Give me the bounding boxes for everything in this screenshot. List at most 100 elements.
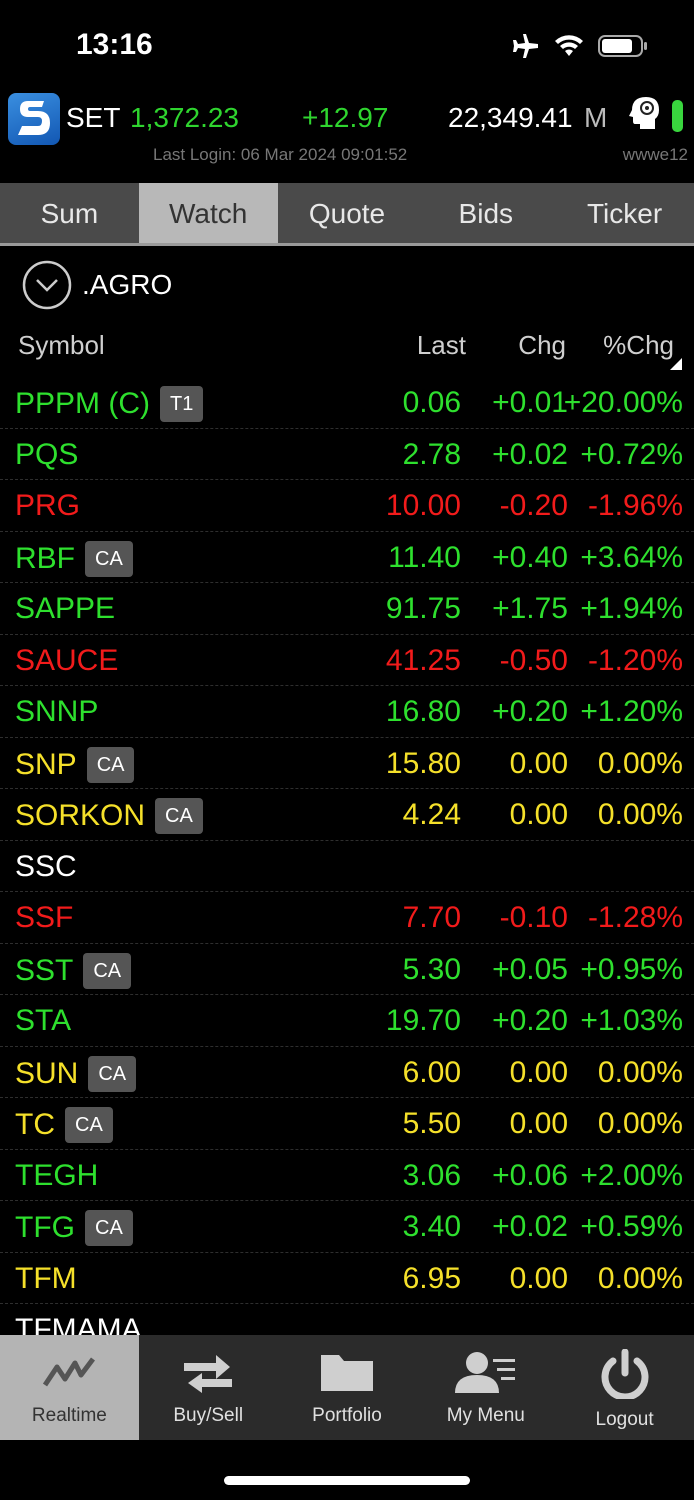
symbol-text: PRG [15, 489, 81, 522]
battery-icon [598, 35, 647, 57]
row-pct-chg: +20.00% [563, 386, 683, 419]
row-symbol[interactable]: STA [15, 1004, 71, 1038]
table-row[interactable]: PRG 10.00 -0.20 -1.96% [0, 480, 694, 532]
table-row[interactable]: TFMAMA [0, 1304, 694, 1335]
table-row[interactable]: PQS 2.78 +0.02 +0.72% [0, 429, 694, 480]
row-last: 91.75 [385, 592, 461, 625]
row-symbol[interactable]: PRG [15, 489, 80, 523]
row-symbol[interactable]: SAUCE [15, 644, 118, 678]
table-row[interactable]: TC CA 5.50 0.00 0.00% [0, 1098, 694, 1150]
row-last: 3.40 [402, 1210, 461, 1243]
table-row[interactable]: SST CA 5.30 +0.05 +0.95% [0, 944, 694, 995]
tabbar-label: Portfolio [312, 1405, 382, 1426]
table-row[interactable]: SAPPE 91.75 +1.75 +1.94% [0, 583, 694, 635]
row-last: 6.95 [402, 1261, 461, 1295]
tab-sum[interactable]: Sum [0, 183, 139, 243]
row-last: 41.25 [385, 643, 461, 677]
symbol-text: STA [15, 1004, 72, 1037]
row-pct-chg: 0.00% [597, 1261, 683, 1295]
chevron-down-circle-icon[interactable] [22, 260, 72, 310]
tabbar-label: Logout [595, 1409, 654, 1430]
market-header: SET 1,372.23 +12.97 22,349.41 M Last Log… [0, 90, 694, 182]
row-symbol[interactable]: TFG CA [15, 1210, 133, 1246]
row-symbol[interactable]: SNNP [15, 695, 98, 729]
status-bar: 13:16 [0, 0, 694, 90]
tab-ticker[interactable]: Ticker [555, 183, 694, 243]
table-row[interactable]: SUN CA 6.00 0.00 0.00% [0, 1047, 694, 1098]
tabbar-my-menu[interactable]: My Menu [416, 1335, 555, 1440]
app-logo [8, 93, 60, 145]
table-row[interactable]: SSF 7.70 -0.10 -1.28% [0, 892, 694, 944]
row-chg: 0.00 [509, 1107, 568, 1140]
table-row[interactable]: TFM 6.95 0.00 0.00% [0, 1253, 694, 1304]
symbol-text: SAUCE [15, 643, 119, 677]
row-last: 0.06 [402, 386, 461, 419]
row-chg: +0.20 [492, 1004, 568, 1037]
home-indicator[interactable] [224, 1476, 470, 1485]
last-login: Last Login: 06 Mar 2024 09:01:52 [153, 145, 408, 164]
table-row[interactable]: STA 19.70 +0.20 +1.03% [0, 995, 694, 1047]
row-chg: 0.00 [509, 1055, 568, 1089]
tabbar-logout[interactable]: Logout [555, 1335, 694, 1440]
table-row[interactable]: TFG CA 3.40 +0.02 +0.59% [0, 1201, 694, 1253]
row-symbol[interactable]: SORKON CA [15, 798, 203, 834]
row-last: 16.80 [385, 695, 461, 728]
folder-icon [320, 1355, 373, 1391]
row-pct-chg: -1.20% [587, 643, 683, 677]
tabbar-realtime[interactable]: Realtime [0, 1335, 139, 1440]
tab-bids[interactable]: Bids [416, 183, 555, 243]
sort-indicator-icon [670, 358, 682, 370]
row-pct-chg: 0.00% [597, 1055, 683, 1089]
row-symbol[interactable]: RBF CA [15, 540, 133, 577]
symbol-badge: CA [83, 952, 132, 989]
tab-watch[interactable]: Watch [138, 183, 278, 243]
col-last[interactable]: Last [417, 330, 466, 361]
swap-arrows-icon [184, 1355, 233, 1393]
row-symbol[interactable]: TC CA [15, 1107, 113, 1143]
row-symbol[interactable]: SNP CA [15, 746, 135, 783]
table-row[interactable]: RBF CA 11.40 +0.40 +3.64% [0, 532, 694, 583]
row-symbol[interactable]: SAPPE [15, 592, 115, 626]
symbol-text: SSF [15, 901, 74, 934]
tabbar-portfolio[interactable]: Portfolio [278, 1335, 417, 1440]
row-pct-chg: 0.00% [597, 746, 683, 780]
symbol-text: PQS [15, 437, 79, 471]
tabbar-buy-sell[interactable]: Buy/Sell [139, 1335, 278, 1440]
chart-line-icon [43, 1357, 96, 1387]
table-row[interactable]: SNNP 16.80 +0.20 +1.20% [0, 686, 694, 738]
col-chg[interactable]: Chg [518, 330, 566, 361]
symbol-text: SNP [15, 747, 77, 781]
col-symbol[interactable]: Symbol [18, 330, 105, 361]
table-row[interactable]: SAUCE 41.25 -0.50 -1.20% [0, 635, 694, 686]
row-symbol[interactable]: SUN CA [15, 1055, 137, 1092]
row-symbol[interactable]: SSC [15, 850, 77, 884]
table-row[interactable]: TEGH 3.06 +0.06 +2.00% [0, 1150, 694, 1201]
table-row[interactable]: SORKON CA 4.24 0.00 0.00% [0, 789, 694, 841]
row-last: 19.70 [385, 1004, 461, 1037]
row-symbol[interactable]: PQS [15, 438, 78, 472]
row-symbol[interactable]: SSF [15, 901, 73, 935]
table-row[interactable]: SNP CA 15.80 0.00 0.00% [0, 738, 694, 789]
brain-head-icon[interactable] [626, 94, 666, 137]
row-symbol[interactable]: PPPM (C) T1 [15, 386, 204, 422]
tab-quote[interactable]: Quote [278, 183, 417, 243]
row-symbol[interactable]: TFM [15, 1262, 77, 1296]
tabbar-label: My Menu [446, 1405, 525, 1426]
row-chg: -0.50 [499, 643, 568, 677]
row-symbol[interactable]: TEGH [15, 1159, 98, 1193]
row-symbol[interactable]: SST CA [15, 952, 132, 989]
row-chg: +0.05 [492, 952, 568, 986]
row-symbol[interactable]: TFMAMA [15, 1313, 142, 1335]
watchlist-group-selector[interactable]: .AGRO [22, 260, 172, 310]
tabbar-label: Realtime [31, 1405, 107, 1426]
col-pct-chg[interactable]: %Chg [603, 330, 674, 361]
symbol-text: SAPPE [15, 592, 116, 625]
volume-unit: M [584, 102, 608, 133]
row-last: 15.80 [385, 746, 461, 780]
row-chg: +1.75 [492, 592, 568, 625]
table-row[interactable]: PPPM (C) T1 0.06 +0.01 +20.00% [0, 377, 694, 429]
symbol-text: TFG [15, 1211, 75, 1244]
row-pct-chg: +0.95% [580, 952, 683, 986]
row-pct-chg: -1.96% [587, 489, 683, 522]
table-row[interactable]: SSC [0, 841, 694, 892]
